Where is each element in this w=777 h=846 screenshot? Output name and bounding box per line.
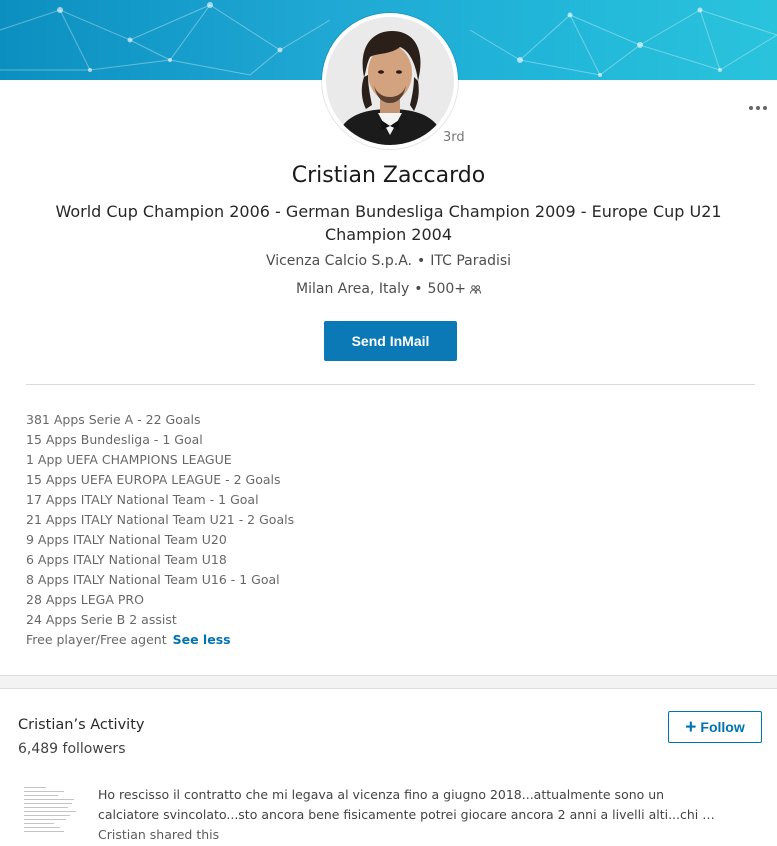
summary-line: 9 Apps ITALY National Team U20 [26, 532, 227, 547]
summary-line: 6 Apps ITALY National Team U18 [26, 552, 227, 567]
activity-post[interactable]: Ho rescisso il contratto che mi legava a… [98, 785, 758, 845]
summary-line: 15 Apps UEFA EUROPA LEAGUE - 2 Goals [26, 472, 281, 487]
connection-degree: 3rd [443, 130, 465, 145]
separator: • [414, 281, 423, 297]
summary-line: 15 Apps Bundesliga - 1 Goal [26, 432, 203, 447]
summary-line: 8 Apps ITALY National Team U16 - 1 Goal [26, 572, 280, 587]
people-icon [469, 284, 481, 294]
divider [26, 384, 755, 385]
summary-line: Free player/Free agent [26, 632, 167, 647]
profile-name: Cristian Zaccardo [291, 163, 486, 188]
separator: • [416, 253, 426, 269]
plus-icon: + [685, 716, 697, 738]
post-shared-by: Cristian shared this [98, 827, 220, 842]
summary-line: 381 Apps Serie A - 22 Goals [26, 412, 201, 427]
current-company[interactable]: Vicenza Calcio S.p.A. [266, 253, 412, 269]
profile-location: Milan Area, Italy [296, 281, 410, 297]
profile-summary: 381 Apps Serie A - 22 Goals 15 Apps Bund… [26, 410, 626, 650]
summary-line: 24 Apps Serie B 2 assist [26, 612, 177, 627]
send-inmail-button[interactable]: Send InMail [324, 321, 457, 361]
summary-line: 17 Apps ITALY National Team - 1 Goal [26, 492, 259, 507]
profile-photo[interactable] [322, 13, 458, 149]
activity-section: Cristian’s Activity 6,489 followers + Fo… [0, 688, 777, 846]
followers-count: 6,489 followers [18, 741, 126, 757]
summary-line: 28 Apps LEGA PRO [26, 592, 144, 607]
post-thumbnail[interactable] [22, 784, 82, 842]
follow-label: Follow [700, 719, 745, 735]
profile-experience-education: Vicenza Calcio S.p.A. • ITC Paradisi [0, 253, 777, 269]
more-actions-icon[interactable] [745, 96, 771, 120]
profile-headline: World Cup Champion 2006 - German Bundesl… [55, 202, 722, 244]
post-text-line: calciatore svincolato...sto ancora bene … [98, 807, 715, 822]
profile-location-connections: Milan Area, Italy • 500+ [0, 281, 777, 297]
education-school[interactable]: ITC Paradisi [430, 253, 511, 269]
post-text-line: Ho rescisso il contratto che mi legava a… [98, 787, 665, 802]
summary-line-last: Free player/Free agent See less [26, 630, 626, 650]
activity-title: Cristian’s Activity [18, 717, 145, 733]
summary-line: 1 App UEFA CHAMPIONS LEAGUE [26, 452, 232, 467]
follow-button[interactable]: + Follow [668, 711, 762, 743]
see-less-link[interactable]: See less [173, 632, 231, 647]
connections-count[interactable]: 500+ [428, 281, 466, 297]
profile-card: 3rd Cristian Zaccardo World Cup Champion… [0, 0, 777, 676]
summary-line: 21 Apps ITALY National Team U21 - 2 Goal… [26, 512, 295, 527]
